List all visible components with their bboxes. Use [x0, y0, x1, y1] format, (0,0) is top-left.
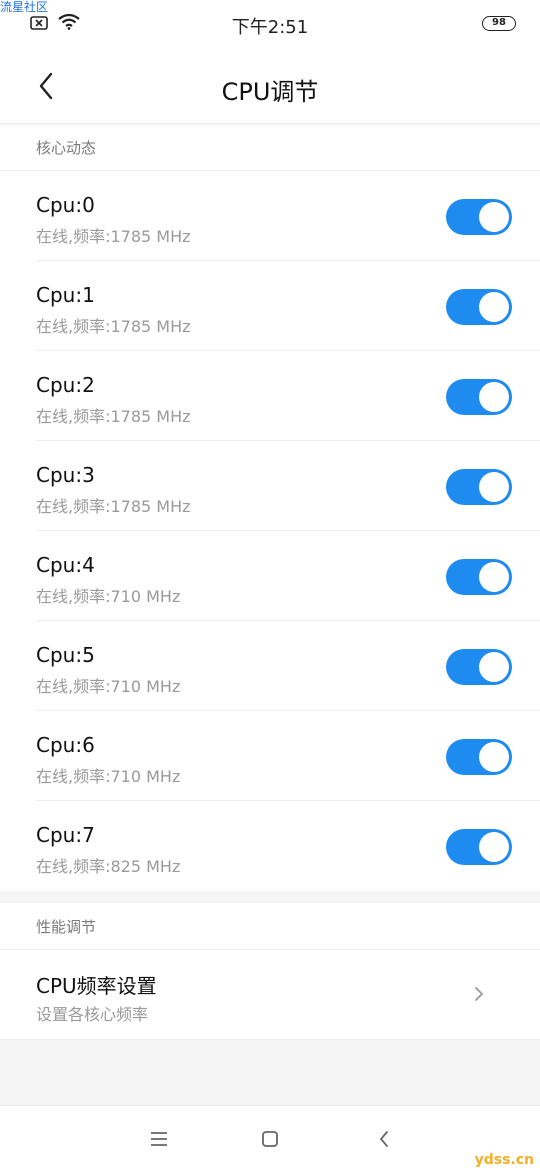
cpu-core-status: 在线,频率:1785 MHz: [36, 497, 191, 516]
section-gap: [0, 891, 540, 903]
status-bar: 下午2:51 98: [0, 0, 540, 48]
watermark-bottom: ydss.cn: [474, 1152, 534, 1168]
cpu-core-label: Cpu:0: [36, 193, 95, 217]
cpu-core-row: Cpu:0 在线,频率:1785 MHz: [0, 171, 540, 261]
item-title: CPU频率设置: [36, 974, 157, 998]
cpu-core-label: Cpu:5: [36, 643, 95, 667]
cpu-core-toggle[interactable]: [446, 379, 512, 415]
cpu-core-label: Cpu:4: [36, 553, 95, 577]
cpu-core-label: Cpu:2: [36, 373, 95, 397]
cpu-core-status: 在线,频率:710 MHz: [36, 767, 181, 786]
cpu-core-label: Cpu:7: [36, 823, 95, 847]
nav-menu-button[interactable]: [146, 1126, 172, 1152]
cpu-core-status: 在线,频率:710 MHz: [36, 677, 181, 696]
cpu-core-row: Cpu:6 在线,频率:710 MHz: [0, 711, 540, 801]
item-subtitle: 设置各核心频率: [36, 1005, 149, 1024]
battery-icon: 98: [482, 16, 516, 31]
nav-back-button[interactable]: [371, 1126, 397, 1152]
cpu-core-row: Cpu:4 在线,频率:710 MHz: [0, 531, 540, 621]
home-square-icon: [262, 1131, 278, 1147]
cpu-core-toggle[interactable]: [446, 829, 512, 865]
title-bar: CPU调节: [0, 48, 540, 124]
perf-section: 性能调节 CPU频率设置 设置各核心频率: [0, 903, 540, 1040]
section-header-cores: 核心动态: [0, 125, 540, 171]
nav-back-icon: [380, 1131, 388, 1147]
cpu-core-status: 在线,频率:1785 MHz: [36, 317, 191, 336]
cpu-core-toggle[interactable]: [446, 649, 512, 685]
cpu-core-status: 在线,频率:1785 MHz: [36, 407, 191, 426]
watermark-top: 流星社区: [0, 0, 49, 14]
cpu-core-toggle[interactable]: [446, 739, 512, 775]
cores-list: 核心动态 Cpu:0 在线,频率:1785 MHz Cpu:1 在线,频率:1785 …: [0, 125, 540, 891]
status-time: 下午2:51: [231, 17, 309, 38]
toggle-knob: [479, 292, 509, 322]
cpu-core-status: 在线,频率:710 MHz: [36, 587, 181, 606]
cpu-core-status: 在线,频率:825 MHz: [36, 857, 181, 876]
nav-home-button[interactable]: [257, 1126, 283, 1152]
section-header-perf: 性能调节: [0, 903, 540, 950]
cpu-core-toggle[interactable]: [446, 559, 512, 595]
cpu-core-label: Cpu:3: [36, 463, 95, 487]
navigation-bar: [0, 1105, 540, 1170]
cpu-core-row: Cpu:2 在线,频率:1785 MHz: [0, 351, 540, 441]
page-title: CPU调节: [221, 78, 319, 106]
menu-icon: [151, 1132, 167, 1146]
toggle-knob: [479, 562, 509, 592]
cpu-core-toggle[interactable]: [446, 199, 512, 235]
cpu-core-row: Cpu:3 在线,频率:1785 MHz: [0, 441, 540, 531]
cpu-core-toggle[interactable]: [446, 289, 512, 325]
toggle-knob: [479, 382, 509, 412]
cpu-core-row: Cpu:7 在线,频率:825 MHz: [0, 801, 540, 891]
chevron-right-icon: [475, 987, 483, 1001]
toggle-knob: [479, 832, 509, 862]
toggle-knob: [479, 742, 509, 772]
cpu-core-status: 在线,频率:1785 MHz: [36, 227, 191, 246]
cpu-core-row: Cpu:1 在线,频率:1785 MHz: [0, 261, 540, 351]
cpu-core-label: Cpu:1: [36, 283, 95, 307]
toggle-knob: [479, 472, 509, 502]
cpu-freq-setting-item[interactable]: CPU频率设置 设置各核心频率: [0, 950, 540, 1040]
cpu-core-label: Cpu:6: [36, 733, 95, 757]
cpu-core-toggle[interactable]: [446, 469, 512, 505]
toggle-knob: [479, 202, 509, 232]
toggle-knob: [479, 652, 509, 682]
cpu-core-row: Cpu:5 在线,频率:710 MHz: [0, 621, 540, 711]
